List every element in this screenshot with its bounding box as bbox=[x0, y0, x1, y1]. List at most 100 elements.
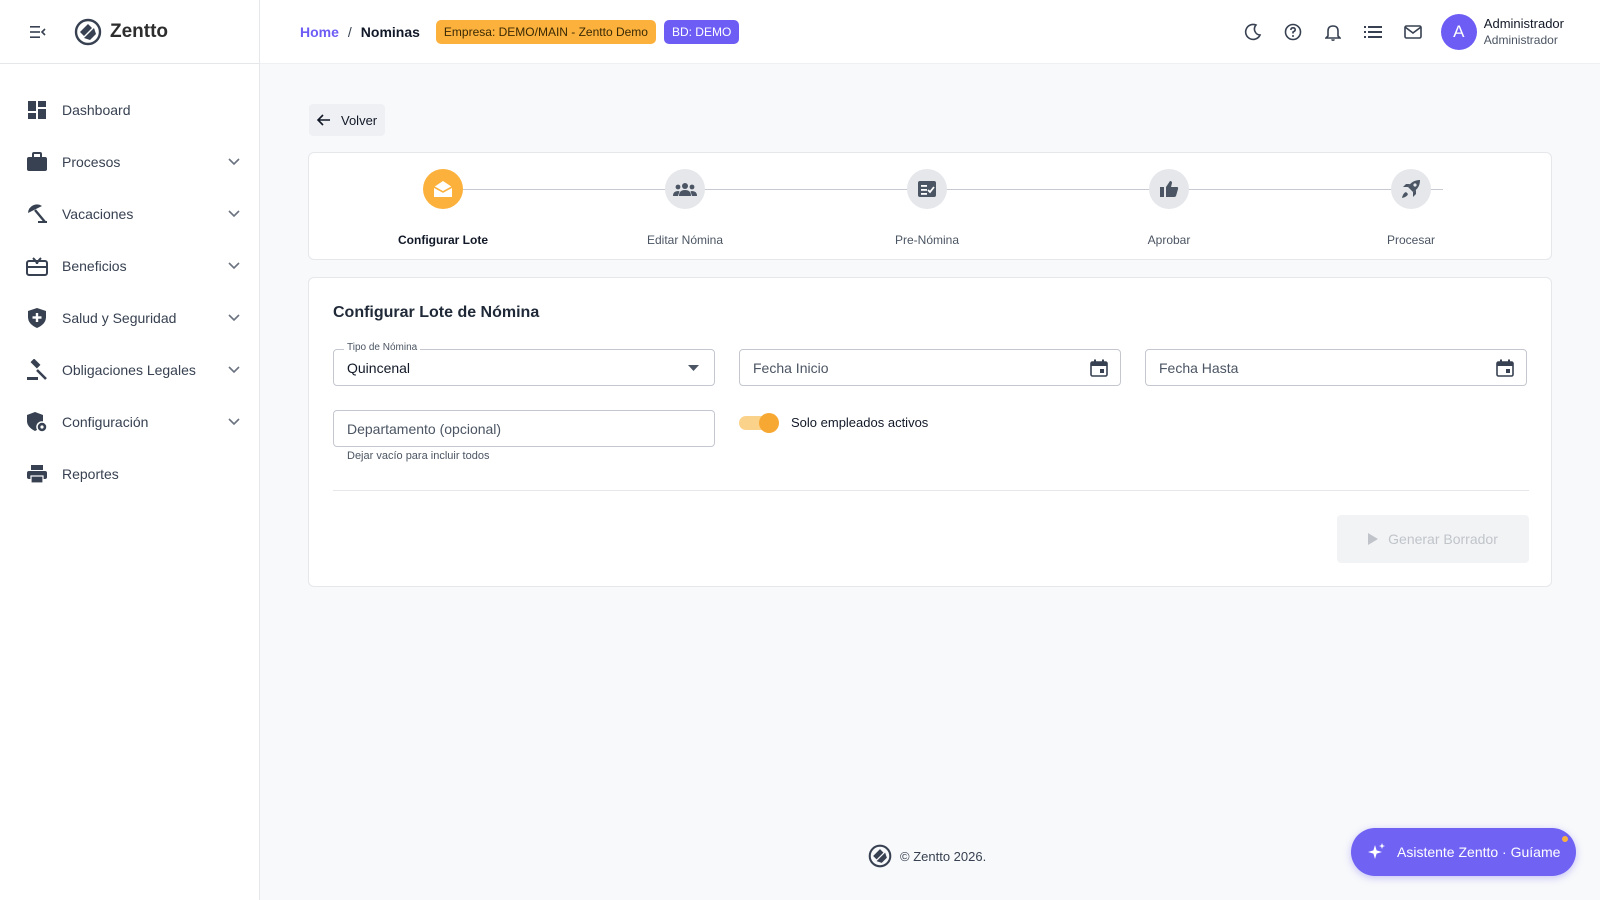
sparkle-icon bbox=[1368, 843, 1385, 859]
step-label: Pre-Nómina bbox=[894, 233, 960, 247]
health-shield-icon bbox=[26, 307, 48, 329]
breadcrumb-current: Nominas bbox=[360, 23, 420, 40]
printer-icon bbox=[26, 463, 48, 485]
sidebar-item-label: Procesos bbox=[62, 154, 121, 170]
sidebar-item-obligaciones-legales[interactable]: Obligaciones Legales bbox=[0, 344, 259, 396]
back-button[interactable]: Volver bbox=[309, 104, 386, 136]
step-aprobar[interactable]: Aprobar bbox=[1069, 169, 1269, 247]
step-editar-nomina[interactable]: Editar Nómina bbox=[585, 169, 785, 247]
bell-icon[interactable] bbox=[1313, 12, 1353, 52]
sidebar-item-label: Vacaciones bbox=[62, 206, 134, 222]
briefcase-icon bbox=[26, 151, 48, 173]
sidebar-item-label: Reportes bbox=[62, 466, 119, 482]
sidebar-item-dashboard[interactable]: Dashboard bbox=[0, 84, 259, 136]
sidebar-item-label: Obligaciones Legales bbox=[62, 362, 196, 378]
arrow-left-icon bbox=[317, 114, 330, 126]
step-configurar-lote[interactable]: Configurar Lote bbox=[343, 169, 543, 247]
help-icon[interactable] bbox=[1273, 12, 1313, 52]
breadcrumb-separator: / bbox=[347, 23, 352, 40]
user-role: Administrador bbox=[1483, 33, 1558, 47]
sidebar-item-reportes[interactable]: Reportes bbox=[0, 448, 259, 500]
notification-dot bbox=[1562, 836, 1568, 842]
step-label: Aprobar bbox=[1147, 233, 1191, 247]
moon-icon[interactable] bbox=[1233, 12, 1273, 52]
toggle-thumb bbox=[759, 412, 779, 433]
beach-umbrella-icon bbox=[26, 203, 48, 225]
generate-draft-button[interactable]: Generar Borrador bbox=[1337, 515, 1529, 563]
avatar[interactable]: A bbox=[1440, 14, 1477, 50]
generate-draft-label: Generar Borrador bbox=[1388, 531, 1498, 547]
form-card: Configurar Lote de Nómina Tipo de Nómina… bbox=[308, 277, 1552, 587]
database-badge: BD: DEMO bbox=[663, 19, 740, 44]
step-label: Procesar bbox=[1386, 233, 1436, 247]
breadcrumb-home-link[interactable]: Home bbox=[300, 24, 339, 40]
sidebar-item-beneficios[interactable]: Beneficios bbox=[0, 240, 259, 292]
collapse-menu-icon[interactable] bbox=[28, 22, 48, 42]
group-icon bbox=[665, 169, 705, 209]
rocket-icon bbox=[1391, 169, 1431, 209]
step-label: Editar Nómina bbox=[646, 233, 724, 247]
sidebar-item-configuracion[interactable]: Configuración bbox=[0, 396, 259, 448]
tipo-nomina-value: Quincenal bbox=[347, 359, 411, 376]
sidebar-brand: Zentto bbox=[0, 0, 259, 64]
sidebar-item-procesos[interactable]: Procesos bbox=[0, 136, 259, 188]
chevron-down-icon bbox=[227, 415, 241, 429]
chevron-down-icon bbox=[227, 259, 241, 273]
assistant-button[interactable]: Asistente Zentto · Guíame bbox=[1351, 828, 1576, 876]
list-icon[interactable] bbox=[1353, 12, 1393, 52]
checklist-icon bbox=[907, 169, 947, 209]
fecha-inicio-field[interactable]: Fecha Inicio bbox=[739, 349, 1121, 386]
empresa-badge: Empresa: DEMO/MAIN - Zentto Demo bbox=[435, 19, 656, 44]
solo-activos-toggle[interactable]: Solo empleados activos bbox=[739, 412, 929, 433]
user-info[interactable]: Administrador Administrador bbox=[1484, 15, 1564, 49]
footer: © Zentto 2026. bbox=[868, 844, 986, 868]
gift-card-icon bbox=[26, 255, 48, 277]
play-icon bbox=[1368, 533, 1379, 545]
gavel-icon bbox=[26, 359, 48, 381]
toggle-track bbox=[739, 412, 779, 433]
stepper: Configurar Lote Editar Nómina Pre-Nómina… bbox=[308, 152, 1552, 260]
fecha-inicio-placeholder: Fecha Inicio bbox=[753, 359, 829, 376]
tipo-nomina-select[interactable]: Tipo de Nómina Quincenal bbox=[333, 342, 715, 386]
step-label: Configurar Lote bbox=[398, 233, 488, 247]
form-title: Configurar Lote de Nómina bbox=[333, 304, 540, 321]
tipo-nomina-label: Tipo de Nómina bbox=[344, 342, 421, 353]
envelope-open-icon bbox=[423, 169, 463, 209]
sidebar-item-salud-y-seguridad[interactable]: Salud y Seguridad bbox=[0, 292, 259, 344]
departamento-field[interactable]: Departamento (opcional) bbox=[333, 410, 715, 447]
sidebar-item-vacaciones[interactable]: Vacaciones bbox=[0, 188, 259, 240]
chevron-down-icon bbox=[227, 207, 241, 221]
user-name: Administrador bbox=[1483, 16, 1564, 31]
thumbs-up-icon bbox=[1149, 169, 1189, 209]
departamento-helper: Dejar vacío para incluir todos bbox=[347, 450, 490, 462]
zentto-logo-icon bbox=[74, 18, 102, 45]
sidebar: Zentto Dashboard Procesos Vacaciones Ben… bbox=[0, 0, 260, 900]
admin-shield-icon bbox=[26, 411, 48, 433]
top-bar: Home / Nominas Empresa: DEMO/MAIN - Zent… bbox=[260, 0, 1600, 64]
footer-copyright: © Zentto 2026. bbox=[900, 848, 987, 864]
assistant-label: Asistente Zentto · Guíame bbox=[1397, 844, 1561, 860]
sidebar-item-label: Dashboard bbox=[62, 102, 131, 118]
sidebar-item-label: Beneficios bbox=[62, 258, 127, 274]
sidebar-item-label: Configuración bbox=[62, 414, 149, 430]
step-pre-nomina[interactable]: Pre-Nómina bbox=[827, 169, 1027, 247]
caret-down-icon bbox=[682, 357, 704, 379]
fecha-hasta-placeholder: Fecha Hasta bbox=[1159, 359, 1239, 376]
calendar-icon[interactable] bbox=[1494, 357, 1516, 379]
calendar-icon[interactable] bbox=[1088, 357, 1110, 379]
sidebar-item-label: Salud y Seguridad bbox=[62, 310, 177, 326]
zentto-logo-icon bbox=[868, 844, 892, 868]
mail-icon[interactable] bbox=[1393, 12, 1433, 52]
chevron-down-icon bbox=[227, 155, 241, 169]
departamento-placeholder: Departamento (opcional) bbox=[347, 420, 502, 437]
app-name: Zentto bbox=[110, 20, 169, 42]
sidebar-nav: Dashboard Procesos Vacaciones Beneficios… bbox=[0, 64, 259, 500]
step-procesar[interactable]: Procesar bbox=[1311, 169, 1511, 247]
solo-activos-label: Solo empleados activos bbox=[791, 415, 929, 430]
top-actions: A Administrador Administrador bbox=[1233, 0, 1564, 64]
fecha-hasta-field[interactable]: Fecha Hasta bbox=[1145, 349, 1527, 386]
back-button-label: Volver bbox=[341, 112, 378, 128]
app-logo[interactable]: Zentto bbox=[74, 18, 168, 46]
chevron-down-icon bbox=[227, 363, 241, 377]
chevron-down-icon bbox=[227, 311, 241, 325]
